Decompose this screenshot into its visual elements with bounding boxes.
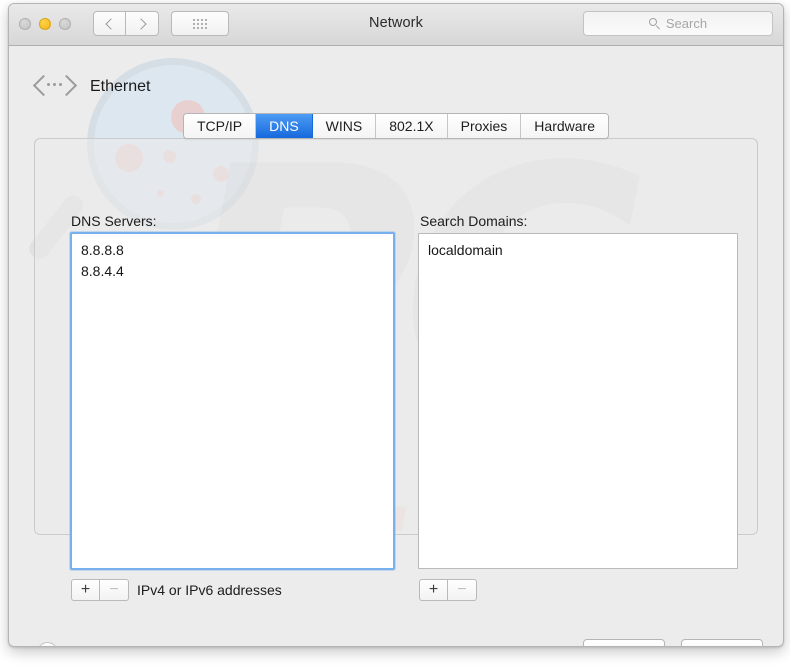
dns-servers-list[interactable]: 8.8.8.8 8.8.4.4 xyxy=(70,232,395,570)
dns-servers-label: DNS Servers: xyxy=(71,213,157,229)
ethernet-icon xyxy=(32,74,78,100)
service-name: Ethernet xyxy=(90,78,151,95)
dialog-footer: ? Cancel OK xyxy=(9,606,783,646)
search-field[interactable]: Search xyxy=(583,11,773,36)
network-preferences-window: Network Search PC r xyxy=(8,3,784,647)
list-item[interactable]: 8.8.8.8 xyxy=(72,240,393,261)
dns-address-hint: IPv4 or IPv6 addresses xyxy=(137,582,282,598)
ok-button[interactable]: OK xyxy=(681,639,763,646)
help-button[interactable]: ? xyxy=(37,642,58,646)
add-dns-server-button[interactable]: + xyxy=(71,579,100,601)
remove-dns-server-button[interactable]: − xyxy=(100,579,129,601)
list-item[interactable]: localdomain xyxy=(419,240,737,261)
tab-wins[interactable]: WINS xyxy=(312,114,377,138)
tab-bar: TCP/IP DNS WINS 802.1X Proxies Hardware xyxy=(9,113,783,139)
list-item[interactable]: 8.8.4.4 xyxy=(72,261,393,282)
tab-8021x[interactable]: 802.1X xyxy=(376,114,448,138)
tab-tcpip[interactable]: TCP/IP xyxy=(183,114,257,138)
cancel-button[interactable]: Cancel xyxy=(583,639,665,646)
tab-proxies[interactable]: Proxies xyxy=(447,114,522,138)
search-icon xyxy=(648,18,660,30)
remove-search-domain-button[interactable]: − xyxy=(448,579,477,601)
service-header: Ethernet xyxy=(32,74,151,100)
preferences-content: PC risk.com Ethernet TCP/IP DNS WINS 802… xyxy=(9,46,783,646)
window-titlebar: Network Search xyxy=(9,4,783,46)
search-domains-stepper-group: + − xyxy=(419,579,477,601)
search-domains-label: Search Domains: xyxy=(420,213,528,229)
search-placeholder: Search xyxy=(665,16,708,31)
tab-dns[interactable]: DNS xyxy=(256,114,313,138)
search-domains-list[interactable]: localdomain xyxy=(418,233,738,569)
tab-hardware[interactable]: Hardware xyxy=(521,114,608,138)
dns-stepper-group: + − xyxy=(71,579,129,601)
add-search-domain-button[interactable]: + xyxy=(419,579,448,601)
